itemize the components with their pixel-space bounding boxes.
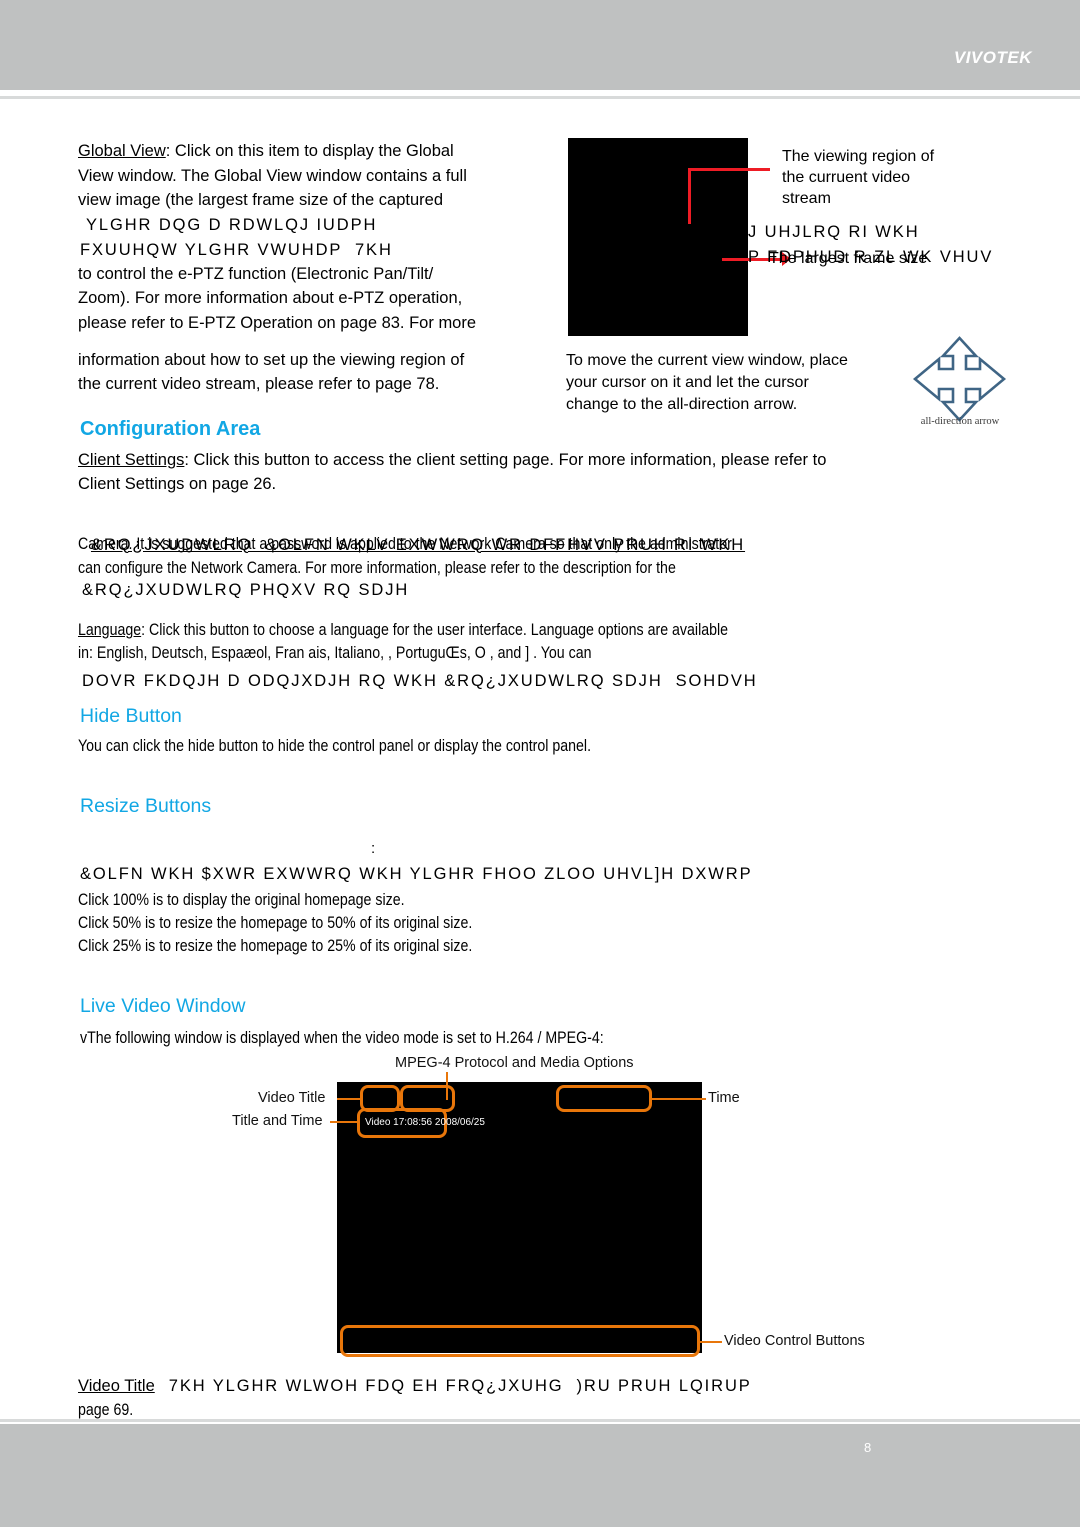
- time-leader-line: [652, 1098, 706, 1100]
- global-view-line-8: please refer to E-PTZ Operation on page …: [78, 314, 477, 332]
- callout-garble-line-1: J UHJLRQ RI WKH: [748, 223, 920, 241]
- resize-garble-line: &OLFN WKH $XWR EXWWRQ WKH YLGHR FHOO ZLO…: [80, 865, 753, 883]
- move-view-note-line-2: your cursor on it and let the cursor: [566, 374, 809, 391]
- viewing-region-marker-horizontal: [688, 168, 770, 171]
- global-view-line-9: information about how to set up the view…: [78, 351, 465, 369]
- language-text: : Click this button to choose a language…: [141, 621, 729, 639]
- move-view-note-line-3: change to the all-direction arrow.: [566, 396, 798, 413]
- video-title-footer-term: Video Title: [78, 1377, 155, 1395]
- language-paragraph: Language: Click this button to choose a …: [78, 618, 947, 643]
- heading-live-video-window: Live Video Window: [80, 995, 246, 1017]
- callout-viewing-region-line-1: The viewing region of: [782, 148, 935, 165]
- global-view-line-10: the current video stream, please refer t…: [78, 375, 440, 393]
- global-view-term: Global View: [78, 142, 166, 160]
- callout-viewing-region-line-2: the curruent video: [782, 169, 911, 186]
- diagram-label-protocol: MPEG-4 Protocol and Media Options: [395, 1055, 634, 1071]
- global-view-line-6: to control the e-PTZ function (Electroni…: [78, 265, 434, 283]
- video-osd-text: Video 17:08:56 2008/06/25: [365, 1117, 485, 1128]
- diagram-label-time: Time: [708, 1090, 740, 1106]
- live-video-intro: vThe following window is displayed when …: [80, 1029, 604, 1047]
- move-view-note-line-1: To move the current view window, place: [566, 352, 848, 369]
- footer-page-number: 8: [864, 1440, 872, 1455]
- client-settings-term: Client Settings: [78, 451, 185, 469]
- resize-stray-colon: :: [371, 840, 376, 857]
- client-settings-line-2: Client Settings on page 26.: [78, 475, 277, 493]
- page-footer-bar: [0, 1424, 1080, 1527]
- video-control-buttons-highlight-box: [340, 1325, 700, 1357]
- diagram-label-video-title: Video Title: [258, 1090, 326, 1106]
- client-settings-paragraph: Client Settings: Click this button to ac…: [78, 448, 1080, 473]
- configuration-garble-line-4: &RQ¿JXUDWLRQ PHQXV RQ SDJH: [82, 581, 410, 599]
- vivotek-logo: VIVOTEK: [953, 48, 1032, 67]
- footer-rule: [0, 1419, 1080, 1422]
- diagram-label-title-and-time: Title and Time: [232, 1113, 323, 1129]
- time-highlight-box: [556, 1085, 652, 1112]
- global-view-garble-line-5: FXUUHQW YLGHR VWUHDP 7KH: [80, 241, 393, 259]
- all-direction-arrow-caption: all-direction arrow: [920, 416, 1000, 427]
- global-view-line-7: Zoom). For more information about e-PTZ …: [78, 289, 463, 307]
- diagram-label-video-control: Video Control Buttons: [724, 1333, 865, 1349]
- client-settings-text: : Click this button to access the client…: [184, 451, 827, 469]
- resize-line-25: Click 25% is to resize the homepage to 2…: [78, 937, 473, 955]
- language-term: Language: [78, 621, 142, 639]
- language-garble-line-3: DOVR FKDQJH D ODQJXDJH RQ WKH &RQ¿JXUDWL…: [82, 672, 758, 690]
- resize-line-100: Click 100% is to display the original ho…: [78, 891, 405, 909]
- all-direction-arrow-icon: [912, 336, 1007, 422]
- page-header-bar: [0, 0, 1080, 90]
- viewing-region-marker-vertical: [688, 168, 691, 224]
- global-view-garble-line-4: YLGHR DQG D RDWLQJ IUDPH: [86, 216, 378, 234]
- video-title-footer-garble: 7KH YLGHR WLWOH FDQ EH FRQ¿JXUHG )RU PRU…: [168, 1377, 752, 1395]
- video-title-footer-paragraph: Video Title 7KH YLGHR WLWOH FDQ EH FRQ¿JX…: [78, 1374, 752, 1399]
- configuration-line-2: Camera. It is suggested that a password …: [78, 535, 732, 553]
- resize-line-50: Click 50% is to resize the homepage to 5…: [78, 914, 473, 932]
- global-view-line-2: View window. The Global View window cont…: [78, 167, 467, 185]
- video-title-leader-line: [337, 1098, 362, 1100]
- language-line-2: in: English, Deutsch, Espaæol, Fran ais,…: [78, 644, 592, 662]
- title-and-time-leader-line: [330, 1121, 360, 1123]
- global-view-paragraph: Global View: Click on this item to displ…: [78, 139, 570, 164]
- heading-hide-button: Hide Button: [80, 705, 182, 727]
- global-view-text-1: : Click on this item to display the Glob…: [165, 142, 454, 160]
- callout-largest-frame-size: The largest frame size: [769, 250, 928, 267]
- video-control-leader-line: [700, 1341, 722, 1343]
- global-view-line-3: view image (the largest frame size of th…: [78, 191, 444, 209]
- heading-configuration-area: Configuration Area: [80, 418, 261, 440]
- configuration-line-3: can configure the Network Camera. For mo…: [78, 559, 676, 577]
- header-rule: [0, 96, 1080, 99]
- callout-viewing-region-line-3: stream: [782, 190, 831, 207]
- hide-button-text: You can click the hide button to hide th…: [78, 737, 592, 755]
- heading-resize-buttons: Resize Buttons: [80, 795, 212, 817]
